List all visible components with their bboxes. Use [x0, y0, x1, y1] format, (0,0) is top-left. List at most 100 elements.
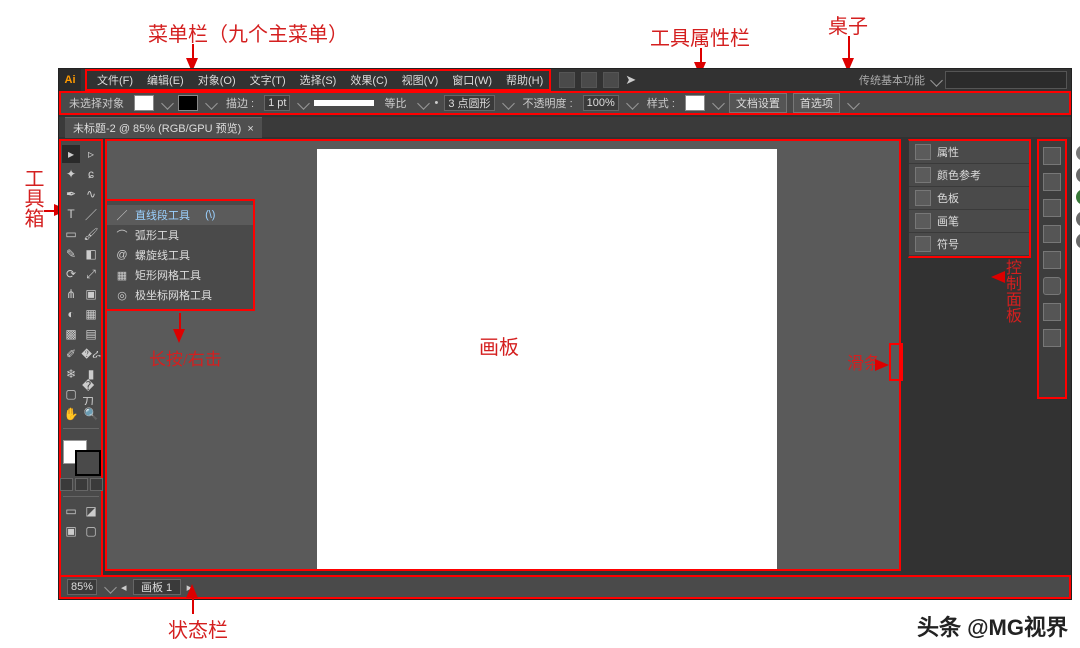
menu-help[interactable]: 帮助(H) [500, 70, 549, 90]
layout-icon[interactable] [559, 72, 575, 88]
blend-tool[interactable]: �ራ [82, 345, 100, 363]
zoom-tool[interactable]: 🔍 [82, 405, 100, 423]
scrollbar-thumb[interactable] [889, 343, 903, 381]
chevron-down-icon[interactable] [626, 97, 639, 110]
menu-view[interactable]: 视图(V) [396, 70, 445, 90]
chevron-down-icon[interactable] [418, 97, 431, 110]
color-mode-icon[interactable] [60, 478, 73, 491]
flyout-spiral-tool[interactable]: @螺旋线工具 [107, 245, 253, 265]
flyout-polar-grid-tool[interactable]: ◎极坐标网格工具 [107, 285, 253, 305]
stroke-profile-icon[interactable] [314, 100, 374, 106]
menu-type[interactable]: 文字(T) [244, 70, 292, 90]
symbol-sprayer-tool[interactable]: ❄ [62, 365, 80, 383]
screen-mode-full[interactable]: ▢ [82, 522, 100, 540]
direct-selection-tool[interactable]: ▹ [82, 145, 100, 163]
slice-tool[interactable]: �刀 [82, 385, 100, 403]
artboard-tool[interactable]: ▢ [62, 385, 80, 403]
chevron-down-icon[interactable] [161, 97, 174, 110]
opacity-input[interactable]: 100% [583, 95, 619, 111]
pointer-icon[interactable]: ➤ [625, 72, 636, 88]
draw-mode-behind[interactable]: ◪ [82, 502, 100, 520]
eraser-tool[interactable]: ◧ [82, 245, 100, 263]
menu-effect[interactable]: 效果(C) [344, 70, 393, 90]
none-mode-icon[interactable] [90, 478, 103, 491]
gradient-tool[interactable]: ▤ [82, 325, 100, 343]
dock-icon[interactable] [1043, 199, 1061, 217]
lasso-tool[interactable]: ɕ [82, 165, 100, 183]
dock-icon[interactable] [1043, 251, 1061, 269]
menu-window[interactable]: 窗口(W) [446, 70, 498, 90]
artboard-nav[interactable]: 画板 1 [133, 579, 181, 595]
chevron-down-icon[interactable] [104, 581, 117, 594]
misc-icon[interactable] [1076, 233, 1080, 249]
stroke-box[interactable] [75, 450, 101, 476]
panel-color-guide[interactable]: 颜色参考 [909, 164, 1029, 187]
mesh-tool[interactable]: ▩ [62, 325, 80, 343]
chevron-down-icon[interactable] [205, 97, 218, 110]
screen-mode[interactable]: ▣ [62, 522, 80, 540]
eyedropper-tool[interactable]: ✐ [62, 345, 80, 363]
free-transform-tool[interactable]: ▣ [82, 285, 100, 303]
menu-select[interactable]: 选择(S) [294, 70, 343, 90]
flyout-line-tool[interactable]: ／直线段工具 (\) [107, 205, 253, 225]
zoom-level[interactable]: 85% [67, 579, 97, 595]
stroke-swatch[interactable] [178, 95, 198, 111]
width-tool[interactable]: ⋔ [62, 285, 80, 303]
doc-setup-button[interactable]: 文档设置 [729, 93, 787, 113]
links-icon[interactable] [1043, 329, 1061, 347]
dock-icon[interactable] [1043, 147, 1061, 165]
selection-tool[interactable]: ▸ [62, 145, 80, 163]
panel-properties[interactable]: 属性 [909, 141, 1029, 164]
uniform-label[interactable]: 等比 [380, 95, 410, 111]
type-tool[interactable]: T [62, 205, 80, 223]
shape-builder-tool[interactable]: ◐ [62, 305, 80, 323]
workspace-switcher[interactable]: 传统基本功能 [859, 72, 925, 88]
document-tab[interactable]: 未标题-2 @ 85% (RGB/GPU 预览) × [65, 117, 262, 138]
gradient-mode-icon[interactable] [75, 478, 88, 491]
chevron-down-icon[interactable] [847, 97, 860, 110]
fill-stroke-control[interactable] [61, 438, 101, 474]
cc-libraries-icon[interactable] [1076, 167, 1080, 183]
prefs-button[interactable]: 首选项 [793, 93, 840, 113]
arrange-icon[interactable] [603, 72, 619, 88]
fill-swatch[interactable] [134, 95, 154, 111]
panel-swatches[interactable]: 色板 [909, 187, 1029, 210]
menu-edit[interactable]: 编辑(E) [141, 70, 190, 90]
chevron-down-icon[interactable] [930, 74, 943, 87]
panel-symbols[interactable]: 符号 [909, 233, 1029, 256]
magic-wand-tool[interactable]: ✦ [62, 165, 80, 183]
artboards-icon[interactable] [1043, 303, 1061, 321]
layers-icon[interactable] [1043, 277, 1061, 295]
perspective-tool[interactable]: ▦ [82, 305, 100, 323]
color-icon[interactable] [1076, 145, 1080, 161]
paintbrush-tool[interactable]: 🖌 [82, 225, 100, 243]
pen-tool[interactable]: ✒ [62, 185, 80, 203]
menu-object[interactable]: 对象(O) [192, 70, 242, 90]
chevron-down-icon[interactable] [298, 97, 311, 110]
search-input[interactable] [945, 71, 1067, 89]
dock-icon[interactable] [1043, 225, 1061, 243]
dock-icon[interactable] [1043, 173, 1061, 191]
curvature-tool[interactable]: ∿ [82, 185, 100, 203]
brush-def-input[interactable]: 3 点圆形 [444, 95, 494, 111]
artboard[interactable] [317, 149, 777, 569]
rectangle-tool[interactable]: ▭ [62, 225, 80, 243]
hand-tool[interactable]: ✋ [62, 405, 80, 423]
draw-mode-normal[interactable]: ▭ [62, 502, 80, 520]
chevron-down-icon[interactable] [502, 97, 515, 110]
bridge-icon[interactable] [581, 72, 597, 88]
misc-icon[interactable] [1076, 211, 1080, 227]
chevron-down-icon[interactable] [712, 97, 725, 110]
panel-brushes[interactable]: 画笔 [909, 210, 1029, 233]
flyout-arc-tool[interactable]: ⌒弧形工具 [107, 225, 253, 245]
rotate-tool[interactable]: ⟳ [62, 265, 80, 283]
style-swatch[interactable] [685, 95, 705, 111]
flyout-rect-grid-tool[interactable]: ▦矩形网格工具 [107, 265, 253, 285]
shaper-tool[interactable]: ✎ [62, 245, 80, 263]
menu-file[interactable]: 文件(F) [91, 70, 139, 90]
scale-tool[interactable]: ⤢ [82, 265, 100, 283]
artboard-prev-icon[interactable]: ◂ [121, 581, 127, 594]
learn-icon[interactable] [1076, 189, 1080, 205]
stroke-weight-input[interactable]: 1 pt [264, 95, 290, 111]
line-tool[interactable]: ／ [82, 205, 100, 223]
